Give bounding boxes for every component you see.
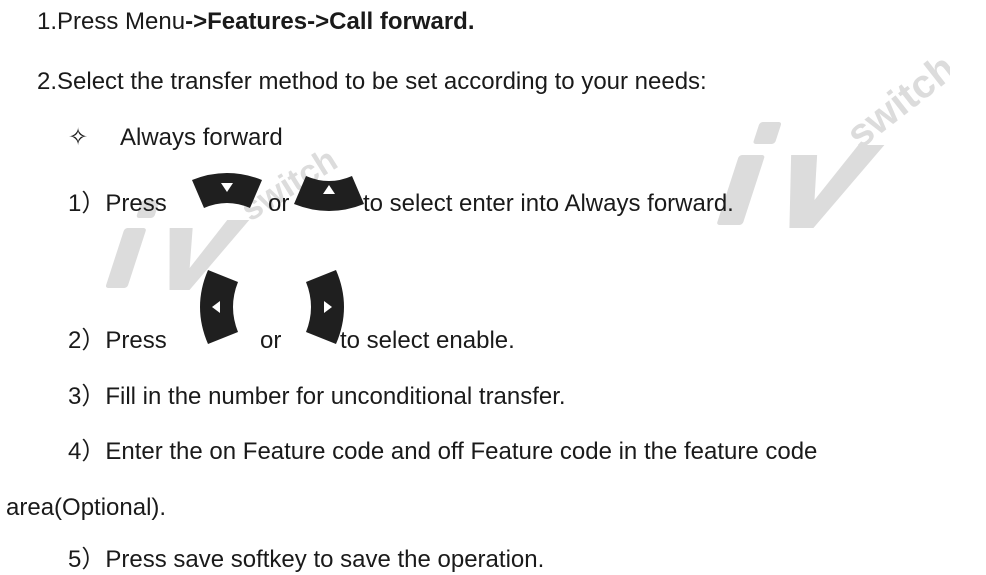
substep-3-text: Fill in the number for unconditional tra… [105, 383, 566, 410]
substep-4-continuation: area(Optional). [6, 493, 166, 523]
substep-1-mid: or [268, 190, 290, 217]
substep-2-num: 2） [68, 327, 106, 354]
step-1: 1.Press Menu->Features->Call forward. [37, 7, 475, 37]
option-always-forward: ✧ Always forward [68, 123, 283, 153]
substep-4-continuation-text: area(Optional). [6, 494, 167, 521]
substep-2-before: Press [105, 327, 167, 354]
nav-down-key-icon [192, 173, 262, 208]
substep-2-after: to select enable. [340, 327, 515, 354]
step-2-text: 2.Select the transfer method to be set a… [37, 68, 707, 95]
substep-1-num: 1） [68, 190, 106, 217]
substep-3: 3）Fill in the number for unconditional t… [68, 382, 566, 412]
substep-5-num: 5） [68, 546, 106, 573]
substep-5: 5）Press save softkey to save the operati… [68, 545, 544, 575]
substep-4: 4）Enter the on Feature code and off Feat… [68, 437, 817, 467]
nav-up-key-icon [294, 176, 364, 211]
step-2: 2.Select the transfer method to be set a… [37, 67, 707, 97]
substep-2-mid: or [260, 327, 282, 354]
step-1-menu-path: ->Features->Call forward. [185, 8, 475, 35]
substep-5-text: Press save softkey to save the operation… [105, 546, 545, 573]
step-1-prefix: 1.Press Menu [37, 8, 186, 35]
nav-right-key-icon [306, 270, 344, 344]
nav-left-key-icon [200, 270, 238, 344]
option-label: Always forward [120, 124, 283, 151]
substep-1-before: Press [105, 190, 167, 217]
substep-3-num: 3） [68, 383, 106, 410]
substep-4-num: 4） [68, 438, 106, 465]
svg-text:switch: switch [838, 60, 950, 157]
substep-4-text: Enter the on Feature code and off Featur… [105, 438, 818, 465]
substep-2: 2）Press [68, 326, 167, 356]
substep-1: 1）Press [68, 189, 167, 219]
diamond-bullet-icon: ✧ [68, 124, 89, 151]
substep-1-after: to select enter into Always forward. [363, 190, 734, 217]
